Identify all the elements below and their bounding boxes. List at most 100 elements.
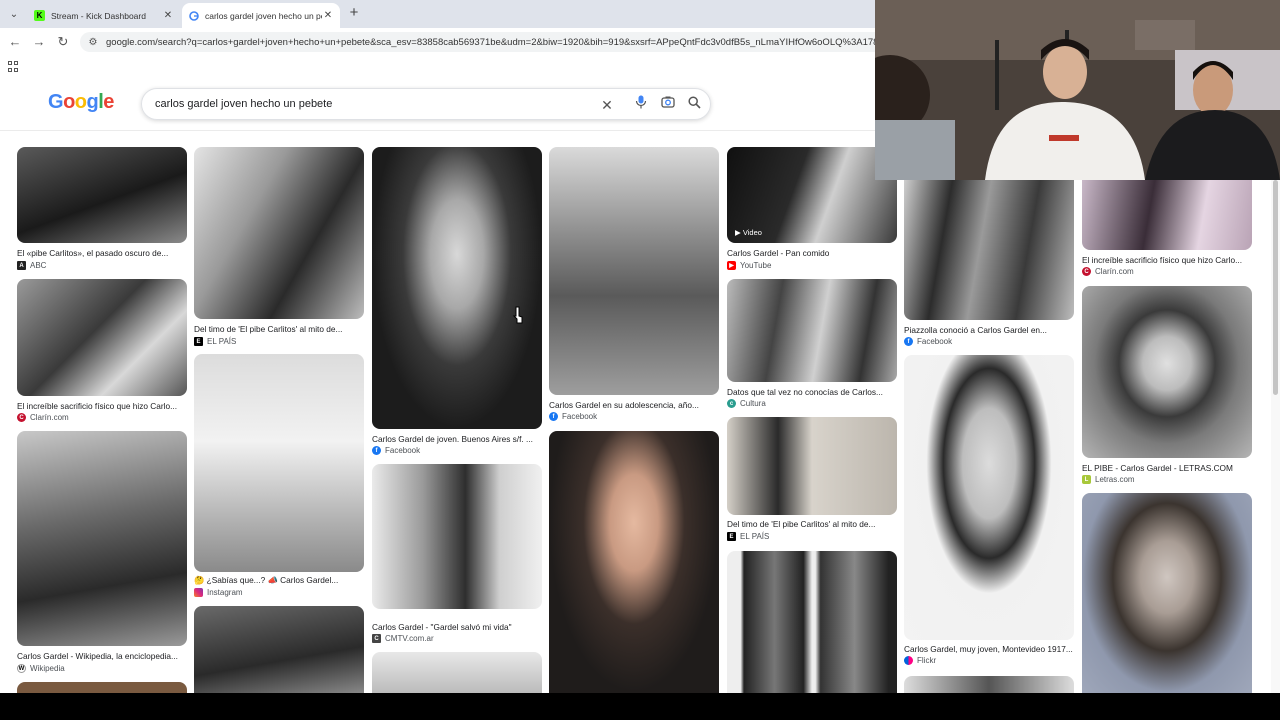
close-tab-icon[interactable]: ✕ (322, 10, 334, 21)
result-caption[interactable]: El increíble sacrificio físico que hizo … (1082, 255, 1252, 265)
scrollbar-thumb[interactable] (1273, 180, 1278, 395)
flickr-icon (904, 656, 913, 665)
image-result[interactable]: 🤔 ¿Sabías que...? 📣 Carlos Gardel... Ins… (194, 354, 364, 600)
microphone-icon[interactable] (631, 95, 651, 115)
image-result[interactable] (727, 551, 897, 693)
result-source[interactable]: W Wikipedia (17, 664, 65, 673)
forward-arrow-icon[interactable]: → (30, 33, 48, 51)
result-thumbnail[interactable] (727, 551, 897, 693)
search-icon[interactable] (684, 95, 704, 115)
result-thumbnail[interactable] (904, 355, 1074, 640)
tab-google-search[interactable]: carlos gardel joven hecho un pe ✕ (182, 3, 340, 28)
image-result[interactable]: Piazzolla conoció a Carlos Gardel en... … (904, 180, 1074, 350)
page-scrollbar[interactable] (1271, 180, 1280, 693)
image-result[interactable] (1082, 493, 1252, 693)
search-box[interactable]: carlos gardel joven hecho un pebete ✕ (141, 88, 711, 120)
image-result[interactable] (372, 652, 542, 693)
result-caption[interactable]: Carlos Gardel en su adolescencia, año... (549, 400, 719, 410)
result-source[interactable]: f Facebook (904, 337, 952, 346)
result-caption[interactable]: Piazzolla conoció a Carlos Gardel en... (904, 325, 1074, 335)
result-caption[interactable]: Del timo de 'El pibe Carlitos' al mito d… (727, 519, 897, 529)
result-thumbnail[interactable] (549, 147, 719, 395)
result-thumbnail[interactable] (194, 354, 364, 572)
result-source[interactable]: Instagram (194, 588, 243, 597)
result-thumbnail[interactable] (727, 279, 897, 382)
tab-search-chevron-icon[interactable]: ⌄ (4, 4, 24, 24)
image-result[interactable]: Carlos Gardel de joven. Buenos Aires s/f… (372, 147, 542, 457)
result-caption[interactable]: 🤔 ¿Sabías que...? 📣 Carlos Gardel... (194, 575, 364, 586)
result-caption[interactable]: Carlos Gardel de joven. Buenos Aires s/f… (372, 434, 542, 444)
result-source[interactable]: C Clarín.com (17, 413, 69, 422)
result-thumbnail[interactable] (372, 652, 542, 693)
image-result[interactable]: Del timo de 'El pibe Carlitos' al mito d… (727, 417, 897, 545)
result-thumbnail[interactable]: ▶ Video (727, 147, 897, 243)
reload-icon[interactable]: ↻ (54, 33, 72, 51)
image-result[interactable]: EL PIBE - Carlos Gardel - LETRAS.COM L Le… (1082, 286, 1252, 486)
image-result[interactable]: Carlos Gardel, muy joven, Montevideo 191… (904, 355, 1074, 670)
lens-camera-icon[interactable] (658, 95, 678, 115)
image-result[interactable] (17, 682, 187, 693)
result-thumbnail[interactable] (17, 431, 187, 646)
result-caption[interactable]: Carlos Gardel, muy joven, Montevideo 191… (904, 644, 1074, 654)
result-thumbnail[interactable] (372, 147, 542, 429)
result-thumbnail[interactable] (904, 676, 1074, 693)
instagram-icon (194, 588, 203, 597)
result-source[interactable]: f Facebook (372, 446, 420, 455)
site-info-icon[interactable]: ⚙ (86, 37, 100, 48)
result-source[interactable]: L Letras.com (1082, 475, 1135, 484)
letras-icon: L (1082, 475, 1091, 484)
image-result[interactable]: ▶ Video Carlos Gardel - Pan comido ▶ YouT… (727, 147, 897, 273)
result-source[interactable]: E EL PAÍS (194, 337, 236, 346)
result-caption[interactable]: El increíble sacrificio físico que hizo … (17, 401, 187, 411)
image-result[interactable]: Del timo de 'El pibe Carlitos' al mito d… (194, 147, 364, 347)
result-thumbnail[interactable] (1082, 180, 1252, 250)
result-source[interactable]: E EL PAÍS (727, 532, 769, 541)
image-result[interactable]: El «pibe Carlitos», el pasado oscuro de.… (17, 147, 187, 275)
result-caption[interactable]: Datos que tal vez no conocías de Carlos.… (727, 387, 897, 397)
facebook-icon: f (372, 446, 381, 455)
result-source[interactable]: C Clarín.com (1082, 267, 1134, 276)
result-source[interactable]: ▶ YouTube (727, 261, 771, 270)
image-result[interactable]: El increíble sacrificio físico que hizo … (17, 279, 187, 425)
close-tab-icon[interactable]: ✕ (162, 10, 174, 21)
result-caption[interactable]: EL PIBE - Carlos Gardel - LETRAS.COM (1082, 463, 1252, 473)
result-thumbnail[interactable] (1082, 286, 1252, 458)
image-result[interactable] (194, 606, 364, 693)
clear-icon[interactable]: ✕ (597, 95, 617, 115)
result-caption[interactable]: Del timo de 'El pibe Carlitos' al mito d… (194, 324, 364, 334)
back-arrow-icon[interactable]: ← (6, 33, 24, 51)
result-thumbnail[interactable] (17, 682, 187, 693)
image-result[interactable] (549, 431, 719, 693)
image-result[interactable] (904, 676, 1074, 693)
result-caption[interactable]: El «pibe Carlitos», el pasado oscuro de.… (17, 248, 187, 258)
result-thumbnail[interactable] (194, 147, 364, 319)
result-thumbnail[interactable] (17, 147, 187, 243)
result-thumbnail[interactable] (727, 417, 897, 515)
result-source[interactable]: A ABC (17, 261, 46, 270)
result-caption[interactable]: Carlos Gardel - Wikipedia, la encicloped… (17, 651, 187, 661)
apps-grid-icon[interactable] (8, 61, 19, 72)
result-thumbnail[interactable] (904, 180, 1074, 320)
result-thumbnail[interactable] (194, 606, 364, 693)
image-result[interactable]: Carlos Gardel - "Gardel salvó mi vida" C… (372, 464, 542, 646)
result-caption[interactable]: Carlos Gardel - Pan comido (727, 248, 897, 258)
cmtv-icon: C (372, 634, 381, 643)
image-result[interactable]: El increíble sacrificio físico que hizo … (1082, 180, 1252, 280)
result-thumbnail[interactable] (1082, 493, 1252, 693)
result-thumbnail[interactable] (549, 431, 719, 693)
result-source[interactable]: f Facebook (549, 412, 597, 421)
result-source[interactable]: c Cultura (727, 399, 766, 408)
result-source[interactable]: Flickr (904, 656, 936, 665)
tab-kick-dashboard[interactable]: K Stream - Kick Dashboard ✕ (28, 3, 180, 28)
result-source[interactable]: C CMTV.com.ar (372, 634, 434, 643)
result-thumbnail[interactable] (17, 279, 187, 396)
image-result[interactable]: Carlos Gardel en su adolescencia, año...… (549, 147, 719, 425)
wikipedia-icon: W (17, 664, 26, 673)
result-caption[interactable]: Carlos Gardel - "Gardel salvó mi vida" (372, 622, 542, 632)
search-input[interactable]: carlos gardel joven hecho un pebete (155, 98, 332, 110)
image-result[interactable]: Datos que tal vez no conocías de Carlos.… (727, 279, 897, 411)
result-thumbnail[interactable] (372, 464, 542, 609)
new-tab-plus-icon[interactable]: + (344, 4, 364, 24)
image-result[interactable]: Carlos Gardel - Wikipedia, la encicloped… (17, 431, 187, 677)
google-logo[interactable]: Google (48, 91, 114, 114)
